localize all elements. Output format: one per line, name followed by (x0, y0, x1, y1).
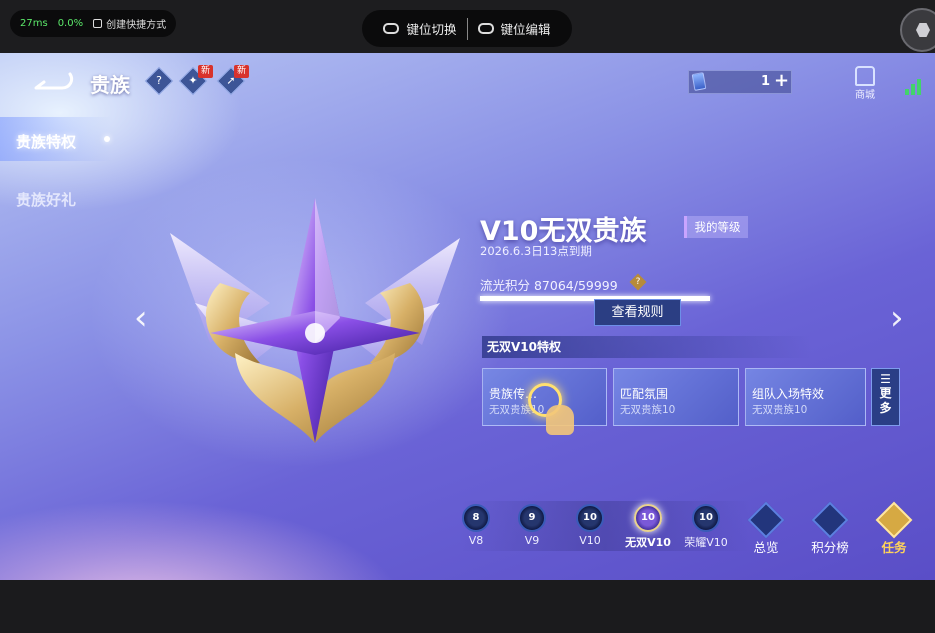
expire-date: 2026.6.3日13点到期 (480, 244, 592, 258)
task-star-icon (875, 501, 913, 539)
level-label: 荣耀V10 (684, 536, 728, 549)
help-button[interactable]: ? (144, 66, 174, 96)
previous-arrow-icon[interactable]: ‹ (134, 301, 148, 335)
level-v9[interactable]: 9 V9 (502, 504, 562, 547)
create-shortcut-label: 创建快捷方式 (106, 20, 167, 31)
emulator-bottom-bar (0, 580, 935, 633)
network-stats: 27ms 0.0% 创建快捷方式 (10, 10, 177, 37)
privilege-card[interactable]: 组队入场特效 无双贵族10 (745, 368, 866, 426)
next-arrow-icon[interactable]: › (890, 301, 904, 335)
privilege-name: 匹配氛围 (620, 387, 669, 401)
create-shortcut-button[interactable]: 创建快捷方式 (93, 16, 166, 31)
level-badge-icon: 10 (576, 504, 604, 532)
points-help-glyph: ? (635, 277, 641, 287)
privilege-subtitle: 无双贵族10 (620, 404, 676, 416)
key-switch-button[interactable]: 键位切换 (373, 19, 466, 38)
level-badge-icon: 8 (462, 504, 490, 532)
coupon-icon (691, 72, 707, 91)
sidebar-item-gifts[interactable]: 贵族好礼 (16, 189, 76, 210)
sidebar-item-privileges[interactable]: 贵族特权 (16, 131, 76, 152)
wifi-signal-icon (905, 73, 923, 95)
key-edit-label: 键位编辑 (500, 22, 551, 37)
currency-amount: 1 (761, 74, 771, 89)
floating-menu-button[interactable] (900, 8, 935, 52)
level-v10[interactable]: 10 V10 (560, 504, 620, 547)
more-label-line1: 更 (879, 386, 892, 400)
back-arrow-icon[interactable] (30, 70, 74, 92)
shop-label: 商城 (855, 90, 875, 101)
view-rules-button[interactable]: 查看规则 (594, 299, 681, 326)
points-help-icon[interactable]: ? (629, 273, 647, 291)
page-title: 贵族 (90, 73, 130, 97)
shop-icon (855, 66, 875, 86)
list-icon: ☰ (880, 372, 891, 386)
my-level-tag[interactable]: 我的等级 (684, 216, 748, 238)
level-v8[interactable]: 8 V8 (446, 504, 506, 547)
privileges-title: 无双V10特权 (482, 336, 812, 358)
level-badge-icon: 10 (692, 504, 720, 532)
shortcut-icon (93, 19, 103, 28)
shop-button[interactable]: 商城 (852, 66, 878, 101)
overview-icon (747, 501, 785, 539)
task-label: 任务 (881, 540, 907, 555)
level-wushuang-v10[interactable]: 10 无双V10 (618, 504, 678, 550)
level-badge-icon: 9 (518, 504, 546, 532)
emulator-toolbar: 27ms 0.0% 创建快捷方式 键位切换 键位编辑 (0, 0, 935, 53)
gamepad-icon (383, 23, 400, 34)
leaderboard-label: 积分榜 (811, 540, 849, 555)
overview-label: 总览 (753, 540, 779, 555)
noble-emblem (170, 198, 460, 443)
key-switch-label: 键位切换 (406, 22, 457, 37)
level-badge-icon: 10 (634, 504, 662, 532)
gamepad-icon (477, 23, 494, 34)
game-viewport: 贵族 ? ✦ 新 ➚ 新 1 + 商城 贵族特权 贵族好礼 ‹ › V10无双贵… (0, 53, 935, 580)
hexagon-icon (916, 23, 930, 37)
more-privileges-button[interactable]: ☰ 更 多 (871, 368, 900, 426)
new-badge: 新 (198, 65, 213, 78)
question-icon: ? (156, 74, 162, 87)
packet-loss-readout: 0.0% (57, 18, 84, 29)
points-text: 流光积分 87064/59999 (480, 278, 618, 293)
overview-button[interactable]: 总览 (741, 501, 791, 556)
currency-counter: 1 + (688, 70, 792, 94)
add-currency-button[interactable]: + (774, 70, 789, 91)
level-label: V9 (524, 534, 540, 547)
privilege-name: 组队入场特效 (752, 387, 825, 401)
more-label-line2: 多 (879, 401, 892, 415)
pointing-hand-icon (546, 405, 574, 435)
level-label: V8 (468, 534, 484, 547)
level-label: 无双V10 (625, 536, 671, 549)
new-badge: 新 (234, 65, 249, 78)
level-label: V10 (579, 534, 601, 547)
leaderboard-button[interactable]: 积分榜 (805, 501, 855, 556)
task-button[interactable]: 任务 (869, 501, 919, 556)
key-mapping-bar: 键位切换 键位编辑 (362, 10, 572, 47)
leaderboard-icon (811, 501, 849, 539)
latency-readout: 27ms (20, 18, 48, 29)
active-tab-dot (104, 136, 110, 142)
privilege-subtitle: 无双贵族10 (752, 404, 808, 416)
key-edit-button[interactable]: 键位编辑 (468, 19, 561, 38)
privilege-card[interactable]: 匹配氛围 无双贵族10 (613, 368, 739, 426)
level-glory-v10[interactable]: 10 荣耀V10 (676, 504, 736, 550)
